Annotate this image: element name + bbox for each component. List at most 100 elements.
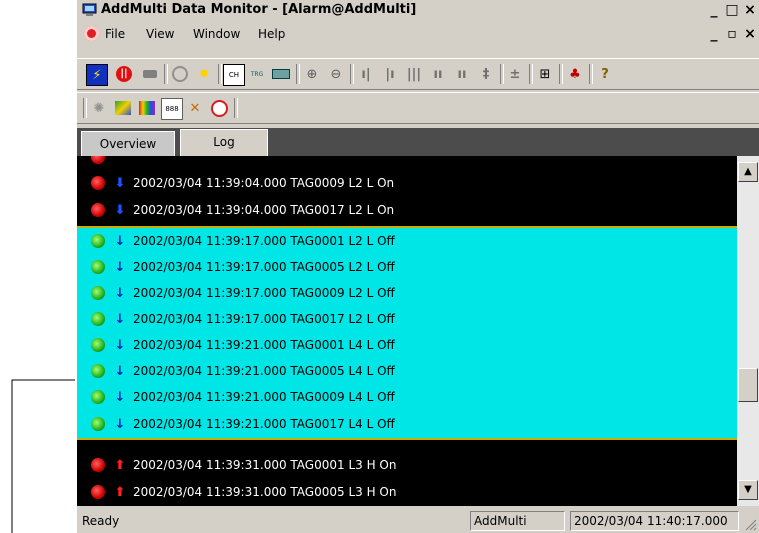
clear-led-icon <box>91 260 105 274</box>
mdi-close-button[interactable]: × <box>741 26 759 42</box>
bars-4-icon[interactable]: ıı <box>428 64 448 84</box>
log-entry-text: 2002/03/04 11:39:17.000 TAG0009 L2 L Off <box>133 286 395 300</box>
menu-help[interactable]: Help <box>258 27 285 41</box>
down-arrow-icon: ⬇ <box>114 202 126 218</box>
log-entry-text: 2002/03/04 11:39:17.000 TAG0001 L2 L Off <box>133 234 395 248</box>
menu-file[interactable]: File <box>105 27 125 41</box>
vertical-scrollbar[interactable]: ▲ ▼ <box>737 156 759 506</box>
bars-1-icon[interactable]: ı| <box>356 64 376 84</box>
table-row[interactable]: ↓ 2002/03/04 11:39:17.000 TAG0001 L2 L O… <box>77 226 737 254</box>
clear-led-icon <box>91 234 105 248</box>
table-row[interactable]: ↓ 2002/03/04 11:39:17.000 TAG0017 L2 L O… <box>77 306 737 332</box>
color-icon[interactable] <box>137 98 157 118</box>
app-window: AddMulti Data Monitor - [Alarm@AddMulti]… <box>77 0 759 533</box>
up-arrow-icon: ⬆ <box>114 457 126 473</box>
align-icon[interactable]: ± <box>505 64 525 84</box>
scroll-up-button[interactable]: ▲ <box>738 162 758 182</box>
tab-strip: Overview Log <box>77 128 759 156</box>
trg-icon[interactable]: TRG <box>247 64 267 84</box>
table-row[interactable]: ↓ 2002/03/04 11:39:17.000 TAG0009 L2 L O… <box>77 280 737 306</box>
close-button[interactable]: × <box>741 2 759 18</box>
table-row[interactable]: ⬇ 2002/03/04 11:39:04.000 TAG0017 L2 L O… <box>77 197 737 223</box>
help-icon[interactable]: ? <box>595 64 615 84</box>
monitor-app-icon <box>82 3 97 16</box>
scroll-down-button[interactable]: ▼ <box>738 480 758 500</box>
record-icon[interactable] <box>140 64 160 84</box>
menu-view[interactable]: View <box>146 27 174 41</box>
spark-icon[interactable]: ✸ <box>194 64 214 84</box>
alarm-log: ⬇ 2002/03/04 11:39:04.000 TAG0009 L2 L O… <box>77 156 737 506</box>
down-arrow-icon: ↓ <box>114 389 126 405</box>
down-arrow-icon: ↓ <box>114 233 126 249</box>
document-icon[interactable] <box>84 26 99 41</box>
clear-led-icon <box>91 364 105 378</box>
down-arrow-icon: ↓ <box>114 337 126 353</box>
window-title: AddMulti Data Monitor - [Alarm@AddMulti] <box>101 2 417 17</box>
log-entry-text: 2002/03/04 11:39:21.000 TAG0005 L4 L Off <box>133 364 395 378</box>
grid-icon[interactable]: ⊞ <box>535 64 555 84</box>
trend-icon[interactable] <box>113 98 133 118</box>
table-row[interactable]: ⬆ 2002/03/04 11:39:31.000 TAG0005 L3 H O… <box>77 479 737 505</box>
status-timestamp: 2002/03/04 11:40:17.000 <box>570 511 739 531</box>
cross-icon[interactable]: ✕ <box>185 98 205 118</box>
menu-bar: File View Window Help _ ▫ × <box>77 23 759 45</box>
log-entry-text: 2002/03/04 11:39:31.000 TAG0001 L3 H On <box>133 458 397 472</box>
down-arrow-icon: ↓ <box>114 311 126 327</box>
mdi-restore-button[interactable]: ▫ <box>723 26 741 42</box>
scroll-thumb[interactable] <box>738 368 758 402</box>
title-bar[interactable]: AddMulti Data Monitor - [Alarm@AddMulti]… <box>77 0 759 21</box>
log-entry-text: 2002/03/04 11:39:21.000 TAG0017 L4 L Off <box>133 417 395 431</box>
ch-icon[interactable]: CH <box>223 64 245 86</box>
zoom-out-icon[interactable]: ⊖ <box>326 64 346 84</box>
up-arrow-icon: ⬆ <box>114 484 126 500</box>
circle-icon[interactable] <box>170 64 190 84</box>
digital-icon[interactable]: 888 <box>161 98 183 120</box>
bars-2-icon[interactable]: |ı <box>380 64 400 84</box>
log-entry-text: 2002/03/04 11:39:17.000 TAG0017 L2 L Off <box>133 312 395 326</box>
bars-3-icon[interactable]: ||| <box>404 64 424 84</box>
mdi-minimize-button[interactable]: _ <box>705 26 723 42</box>
stop-icon[interactable]: || <box>114 64 134 84</box>
table-row[interactable]: ⬆ 2002/03/04 11:39:31.000 TAG0001 L3 H O… <box>77 452 737 478</box>
menu-window[interactable]: Window <box>193 27 240 41</box>
toolbar-main: ⚡ || ✸ CH TRG ⊕ ⊖ ı| |ı ||| ıı ıı ‡ ± ⊞ … <box>77 58 759 90</box>
lightning-icon[interactable]: ⚡ <box>86 64 108 86</box>
minimize-button[interactable]: _ <box>705 2 723 18</box>
alarm-led-icon <box>91 156 105 164</box>
log-entry-text: 2002/03/04 11:39:21.000 TAG0009 L4 L Off <box>133 390 395 404</box>
table-row[interactable]: ↓ 2002/03/04 11:39:21.000 TAG0005 L4 L O… <box>77 358 737 384</box>
alarm-icon[interactable]: ♣ <box>565 64 585 84</box>
log-entry-text: 2002/03/04 11:39:31.000 TAG0005 L3 H On <box>133 485 397 499</box>
maximize-button[interactable]: □ <box>723 2 741 18</box>
clear-led-icon <box>91 338 105 352</box>
table-row[interactable]: ↓ 2002/03/04 11:39:21.000 TAG0001 L4 L O… <box>77 332 737 358</box>
alarm-led-icon <box>91 458 105 472</box>
down-arrow-icon: ↓ <box>114 285 126 301</box>
log-entry-text: 2002/03/04 11:39:04.000 TAG0017 L2 L On <box>133 203 395 217</box>
table-row[interactable]: ⬇ 2002/03/04 11:39:04.000 TAG0009 L2 L O… <box>77 170 737 196</box>
table-row[interactable]: ↓ 2002/03/04 11:39:21.000 TAG0017 L4 L O… <box>77 410 737 440</box>
log-entry-text: 2002/03/04 11:39:21.000 TAG0001 L4 L Off <box>133 338 395 352</box>
status-source: AddMulti <box>470 511 565 531</box>
tab-log[interactable]: Log <box>180 129 268 156</box>
zoom-in-icon[interactable]: ⊕ <box>302 64 322 84</box>
clear-led-icon <box>91 312 105 326</box>
bars-6-icon[interactable]: ‡ <box>476 64 496 84</box>
bars-5-icon[interactable]: ıı <box>452 64 472 84</box>
down-arrow-icon: ↓ <box>114 416 126 432</box>
tab-overview[interactable]: Overview <box>81 131 175 156</box>
table-row[interactable]: ↓ 2002/03/04 11:39:21.000 TAG0009 L4 L O… <box>77 384 737 410</box>
clear-led-icon <box>91 390 105 404</box>
alarm-led-icon <box>91 176 105 190</box>
alarm-led-icon <box>91 485 105 499</box>
clear-led-icon <box>91 286 105 300</box>
table-row[interactable]: ↓ 2002/03/04 11:39:17.000 TAG0005 L2 L O… <box>77 254 737 280</box>
gear-icon[interactable]: ✺ <box>89 98 109 118</box>
clock-icon[interactable] <box>209 98 229 118</box>
status-bar: Ready AddMulti 2002/03/04 11:40:17.000 <box>77 508 759 533</box>
clear-led-icon <box>91 417 105 431</box>
bar-icon[interactable] <box>271 64 291 84</box>
toolbar-secondary: ✺ 888 ✕ <box>77 92 759 124</box>
callout-line <box>11 379 75 533</box>
resize-grip-icon[interactable] <box>745 519 757 531</box>
